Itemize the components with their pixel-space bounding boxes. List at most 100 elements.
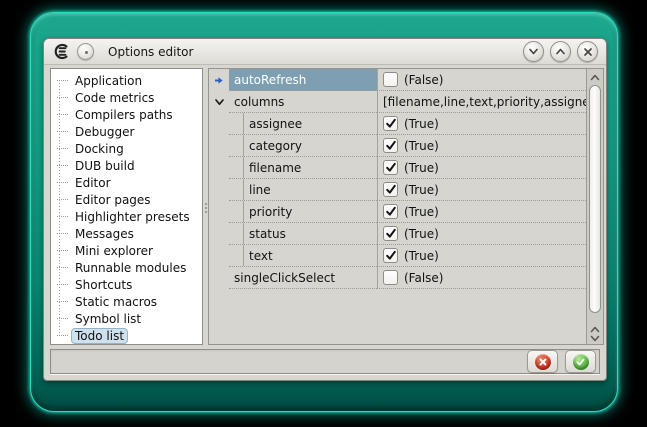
property-row[interactable]: autoRefresh (False) xyxy=(209,69,586,91)
checkmark-icon xyxy=(385,162,397,173)
sidebar-category-item[interactable]: Code metrics xyxy=(51,89,202,106)
property-row[interactable]: category (True) xyxy=(209,135,586,157)
property-value-cell[interactable]: (False) xyxy=(377,69,586,91)
checkmark-icon xyxy=(385,184,397,195)
tree-indent-line xyxy=(229,223,244,244)
window-menu-button[interactable] xyxy=(77,43,94,60)
tree-branch-line xyxy=(57,80,68,81)
tree-branch-line xyxy=(57,199,68,200)
property-row[interactable]: priority (True) xyxy=(209,201,586,223)
cancel-button[interactable] xyxy=(527,350,558,373)
chevron-up-icon xyxy=(590,74,600,81)
checkmark-icon xyxy=(385,206,397,217)
sidebar-category-item[interactable]: Messages xyxy=(51,225,202,242)
property-row[interactable]: text (True) xyxy=(209,245,586,267)
property-value-cell[interactable]: (True) xyxy=(377,223,586,245)
checkbox[interactable] xyxy=(383,72,398,87)
property-name-cell[interactable]: singleClickSelect xyxy=(229,267,377,289)
property-name-cell[interactable]: priority xyxy=(229,201,377,223)
sidebar-category-item[interactable]: DUB build xyxy=(51,157,202,174)
tree-branch-line xyxy=(57,148,68,149)
vertical-scrollbar[interactable] xyxy=(586,69,603,344)
property-name-cell[interactable]: filename xyxy=(229,157,377,179)
sidebar-category-item[interactable]: Shortcuts xyxy=(51,276,202,293)
tree-branch-line xyxy=(57,301,68,302)
property-value: (True) xyxy=(404,249,439,263)
minimize-button[interactable] xyxy=(523,41,544,62)
checkbox[interactable] xyxy=(383,204,398,219)
property-name: singleClickSelect xyxy=(229,271,335,285)
row-gutter xyxy=(209,91,229,113)
property-name: filename xyxy=(249,161,301,175)
property-row[interactable]: columns [filename,line,text,priority,ass… xyxy=(209,91,586,113)
checkbox[interactable] xyxy=(383,182,398,197)
property-name-cell[interactable]: line xyxy=(229,179,377,201)
sidebar-category-item[interactable]: Static macros xyxy=(51,293,202,310)
property-value-cell[interactable]: (True) xyxy=(377,157,586,179)
checkbox[interactable] xyxy=(383,138,398,153)
property-name-cell[interactable]: assignee xyxy=(229,113,377,135)
scroll-up-button[interactable] xyxy=(587,71,603,83)
sidebar-category-item[interactable]: Symbol list xyxy=(51,310,202,327)
tree-branch-line xyxy=(57,182,68,183)
chevron-down-icon[interactable] xyxy=(590,335,600,342)
sidebar-category-label: Code metrics xyxy=(71,90,158,106)
sidebar-category-item[interactable]: Debugger xyxy=(51,123,202,140)
categories-sidebar[interactable]: Application Code metrics Compilers paths… xyxy=(50,68,203,345)
property-value-cell[interactable]: (True) xyxy=(377,201,586,223)
ok-button[interactable] xyxy=(565,350,596,373)
maximize-button[interactable] xyxy=(550,41,571,62)
sidebar-category-item[interactable]: Highlighter presets xyxy=(51,208,202,225)
checkbox[interactable] xyxy=(383,116,398,131)
property-value-cell[interactable]: [filename,line,text,priority,assigne xyxy=(377,91,586,113)
sidebar-category-item[interactable]: Editor pages xyxy=(51,191,202,208)
sidebar-category-label: Todo list xyxy=(71,328,128,344)
checkbox[interactable] xyxy=(383,248,398,263)
checkbox[interactable] xyxy=(383,226,398,241)
tree-branch-line xyxy=(57,233,68,234)
scrollbar-thumb[interactable] xyxy=(589,85,601,313)
property-name-cell[interactable]: category xyxy=(229,135,377,157)
property-name-cell[interactable]: text xyxy=(229,245,377,267)
property-name-cell[interactable]: columns xyxy=(229,91,377,113)
sidebar-category-item[interactable]: Todo list xyxy=(51,327,202,344)
row-gutter xyxy=(209,179,229,201)
checkbox[interactable] xyxy=(383,270,398,285)
property-row[interactable]: filename (True) xyxy=(209,157,586,179)
property-name: line xyxy=(249,183,271,197)
property-row[interactable]: assignee (True) xyxy=(209,113,586,135)
expand-chevron-icon[interactable] xyxy=(214,97,225,107)
sidebar-category-item[interactable]: Application xyxy=(51,72,202,89)
property-name-cell[interactable]: autoRefresh xyxy=(229,69,377,91)
property-row[interactable]: line (True) xyxy=(209,179,586,201)
property-value-cell[interactable]: (False) xyxy=(377,267,586,289)
dialog-content: Application Code metrics Compilers paths… xyxy=(44,65,606,345)
property-name-cell[interactable]: status xyxy=(229,223,377,245)
sidebar-category-label: Docking xyxy=(71,141,128,157)
property-value-cell[interactable]: (True) xyxy=(377,113,586,135)
row-gutter xyxy=(209,267,229,289)
chevron-up-icon[interactable] xyxy=(590,326,600,333)
sidebar-category-item[interactable]: Docking xyxy=(51,140,202,157)
sidebar-category-item[interactable]: Compilers paths xyxy=(51,106,202,123)
checkmark-icon xyxy=(385,140,397,151)
property-row[interactable]: status (True) xyxy=(209,223,586,245)
sidebar-category-item[interactable]: Editor xyxy=(51,174,202,191)
checkbox[interactable] xyxy=(383,160,398,175)
property-name: text xyxy=(249,249,273,263)
chevron-down-icon xyxy=(528,47,539,56)
x-icon xyxy=(539,358,547,366)
cancel-red-circle-icon xyxy=(535,354,551,370)
property-row[interactable]: singleClickSelect (False) xyxy=(209,267,586,289)
sidebar-category-item[interactable]: Mini explorer xyxy=(51,242,202,259)
sidebar-category-item[interactable]: Runnable modules xyxy=(51,259,202,276)
close-button[interactable] xyxy=(577,41,598,62)
property-value-cell[interactable]: (True) xyxy=(377,245,586,267)
title-bar[interactable]: Options editor xyxy=(44,39,606,65)
property-grid: autoRefresh (False) xyxy=(208,68,604,345)
property-rows: autoRefresh (False) xyxy=(209,69,586,344)
sidebar-category-label: Highlighter presets xyxy=(71,209,194,225)
property-value-cell[interactable]: (True) xyxy=(377,135,586,157)
property-value-cell[interactable]: (True) xyxy=(377,179,586,201)
sidebar-category-label: Static macros xyxy=(71,294,161,310)
